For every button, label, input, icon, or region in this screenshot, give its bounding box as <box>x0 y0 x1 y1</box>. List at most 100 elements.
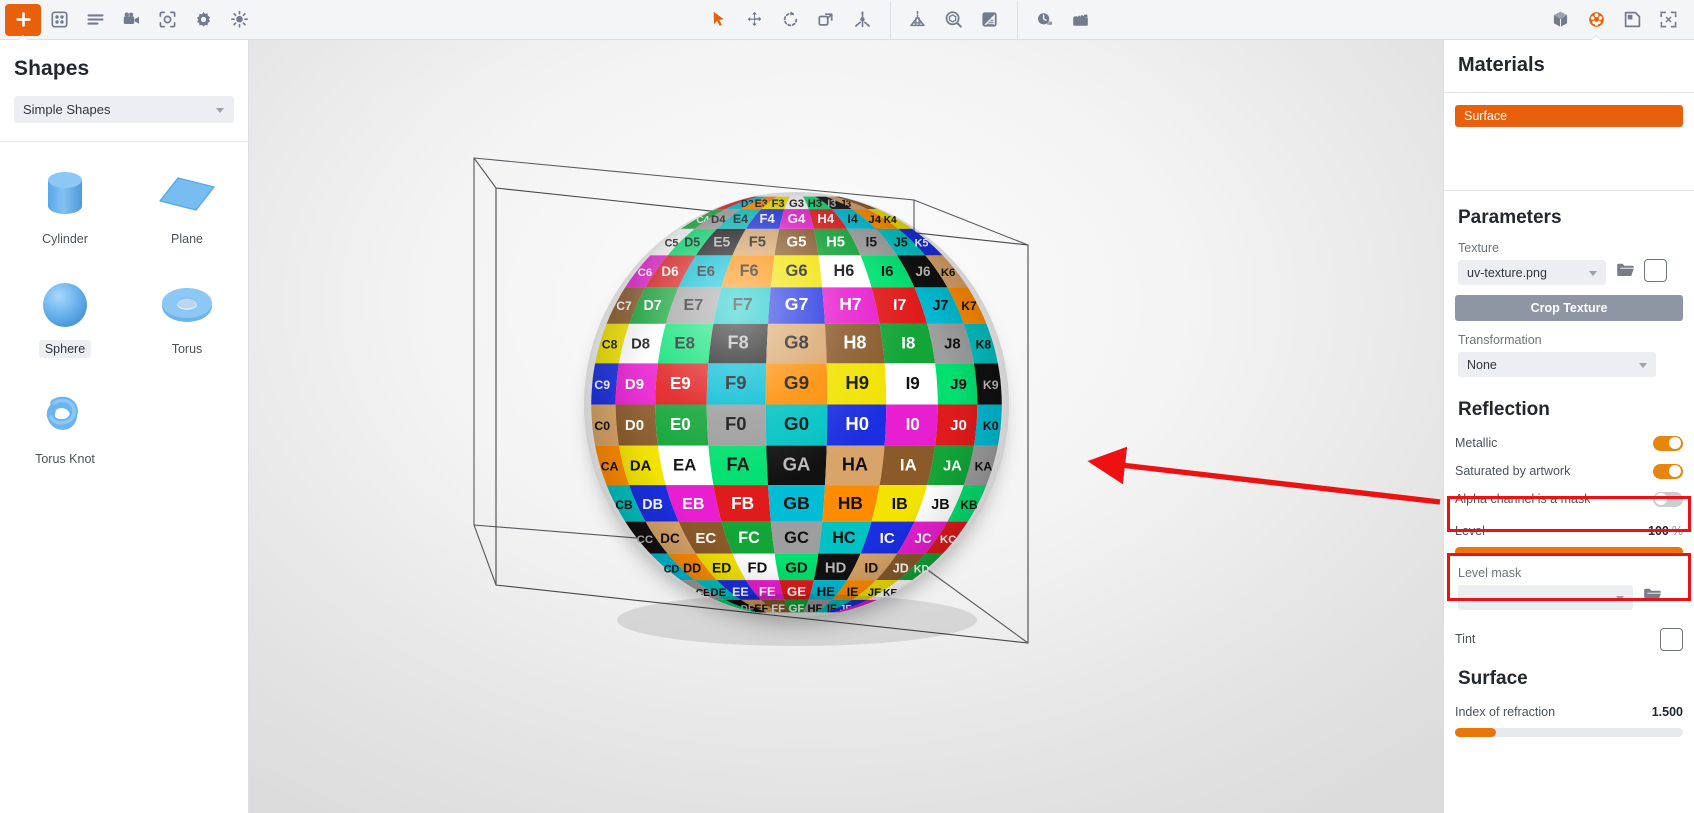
shape-item-cylinder[interactable]: Cylinder <box>8 164 122 268</box>
plane-icon <box>156 164 218 226</box>
tint-label: Tint <box>1455 632 1476 646</box>
uv-cell-label: HF <box>807 603 822 615</box>
index-of-refraction-slider[interactable] <box>1455 728 1683 737</box>
level-mask-select[interactable] <box>1458 585 1633 610</box>
uv-cell-label: E9 <box>670 374 691 393</box>
toolbar-transform-group <box>701 4 881 36</box>
transformation-value: None <box>1467 357 1497 372</box>
light-icon[interactable] <box>221 4 257 36</box>
level-label: Level <box>1455 524 1485 538</box>
texture-color-swatch[interactable] <box>1644 258 1667 282</box>
focus-icon[interactable] <box>149 4 185 36</box>
uv-cell-label: E7 <box>683 296 703 314</box>
uv-cell-label: F5 <box>749 234 766 250</box>
fullscreen-icon[interactable] <box>1650 4 1686 36</box>
tint-color-swatch[interactable] <box>1660 627 1683 651</box>
3d-viewport[interactable]: D3 E3 F3 G3 H3 I3 J3 C4 D4 E4 F4 G4 H4 I4 J4 K4 C5 D5 E5 F5… <box>249 40 1443 813</box>
uv-cell-label: KE <box>883 588 897 599</box>
surface-title: Surface <box>1458 668 1528 689</box>
saturated-by-artwork-row[interactable]: Saturated by artwork <box>1455 457 1683 485</box>
image-icon[interactable] <box>1614 4 1650 36</box>
uv-cell-label: D9 <box>625 376 644 393</box>
perspective-icon[interactable] <box>900 4 936 36</box>
crop-texture-button[interactable]: Crop Texture <box>1455 295 1683 321</box>
alpha-channel-mask-row[interactable]: Alpha channel is a mask <box>1455 485 1683 513</box>
uv-cell-label: E5 <box>713 233 730 249</box>
uv-cell-label: D0 <box>625 417 644 434</box>
move-icon[interactable] <box>737 4 773 36</box>
level-mask-browse-button[interactable] <box>1640 583 1664 607</box>
uv-cell-label: I7 <box>893 296 906 314</box>
shape-category-select[interactable]: Simple Shapes <box>14 96 234 123</box>
shape-category-value: Simple Shapes <box>23 102 111 117</box>
shape-item-sphere[interactable]: Sphere <box>8 274 122 378</box>
clapperboard-icon[interactable] <box>1063 4 1099 36</box>
camera-icon[interactable] <box>113 4 149 36</box>
parameters-title: Parameters <box>1458 207 1562 228</box>
uv-cell-label: J9 <box>950 376 967 393</box>
uv-cell-label: JA <box>943 459 962 475</box>
material-ball-icon[interactable] <box>1578 4 1614 44</box>
shape-item-torus-knot[interactable]: Torus Knot <box>8 384 122 488</box>
index-of-refraction-label: Index of refraction <box>1455 705 1556 719</box>
uv-cell-label: H0 <box>845 413 869 434</box>
uv-cell-label: HB <box>838 493 863 513</box>
shape-label: Cylinder <box>42 232 88 246</box>
cursor-select-icon[interactable] <box>701 4 737 36</box>
reflection-title: Reflection <box>1458 399 1550 420</box>
uv-cell-label: EA <box>673 456 696 475</box>
uv-cell-label: FA <box>727 455 750 475</box>
uv-cell-label: E0 <box>670 415 691 434</box>
uv-cell-label: G3 <box>789 198 804 210</box>
shape-label: Sphere <box>38 340 92 358</box>
shape-label: Torus Knot <box>35 452 95 466</box>
gear-icon[interactable] <box>185 4 221 36</box>
zoom-object-icon[interactable] <box>936 4 972 36</box>
metallic-row[interactable]: Metallic <box>1455 429 1683 457</box>
level-slider[interactable] <box>1455 547 1683 556</box>
uv-cell-label: C7 <box>616 299 632 313</box>
add-icon[interactable] <box>5 3 41 44</box>
list-icon[interactable] <box>77 4 113 36</box>
uv-cell-label: H5 <box>826 234 845 250</box>
toolbar-view-group <box>900 4 1008 36</box>
uv-cell-label: FE <box>759 584 776 599</box>
level-slider-fill <box>1455 547 1683 556</box>
toolbar-separator-1 <box>889 0 891 39</box>
shape-item-plane[interactable]: Plane <box>130 164 244 268</box>
sphere-object[interactable]: D3 E3 F3 G3 H3 I3 J3 C4 D4 E4 F4 G4 H4 I4 J4 K4 C5 D5 E5 F5… <box>584 192 1009 617</box>
uv-cell-label: I8 <box>901 333 915 352</box>
chevron-down-icon <box>1589 270 1597 276</box>
metallic-toggle[interactable] <box>1653 435 1683 451</box>
stopwatch-icon[interactable] <box>1027 4 1063 36</box>
uv-cell-label: DC <box>660 531 680 546</box>
uv-cell-label: GA <box>783 454 811 475</box>
uv-cell-label: D6 <box>661 264 679 279</box>
uv-cell-label: FB <box>731 493 754 513</box>
texture-label: Texture <box>1458 241 1499 255</box>
uv-cell-label: E4 <box>733 212 748 226</box>
shape-item-torus[interactable]: Torus <box>130 274 244 378</box>
transform-3d-icon[interactable] <box>845 4 881 36</box>
texture-browse-button[interactable] <box>1613 258 1637 282</box>
saturated-by-artwork-toggle[interactable] <box>1653 463 1683 479</box>
uv-cell-label: DB <box>642 497 663 513</box>
material-item-surface[interactable]: Surface <box>1455 105 1683 127</box>
shading-icon[interactable] <box>972 4 1008 36</box>
uv-cell-label: F6 <box>740 262 759 280</box>
uv-cell-label: HC <box>832 529 856 547</box>
metallic-label: Metallic <box>1455 436 1498 450</box>
transformation-select[interactable]: None <box>1458 352 1656 377</box>
scale-icon[interactable] <box>809 4 845 36</box>
rotate-icon[interactable] <box>773 4 809 36</box>
texture-select[interactable]: uv-texture.png <box>1458 260 1606 285</box>
uv-cell-label: GD <box>785 560 808 577</box>
alpha-channel-mask-toggle[interactable] <box>1653 491 1683 507</box>
uv-cell-label: J0 <box>950 417 967 434</box>
uv-cell-label: H8 <box>843 332 866 352</box>
uv-cell-label: G8 <box>784 331 809 352</box>
uv-cell-label: GC <box>784 529 809 547</box>
grid-icon[interactable] <box>41 4 77 36</box>
crop-texture-label: Crop Texture <box>1530 301 1608 315</box>
cube-icon[interactable] <box>1542 4 1578 36</box>
